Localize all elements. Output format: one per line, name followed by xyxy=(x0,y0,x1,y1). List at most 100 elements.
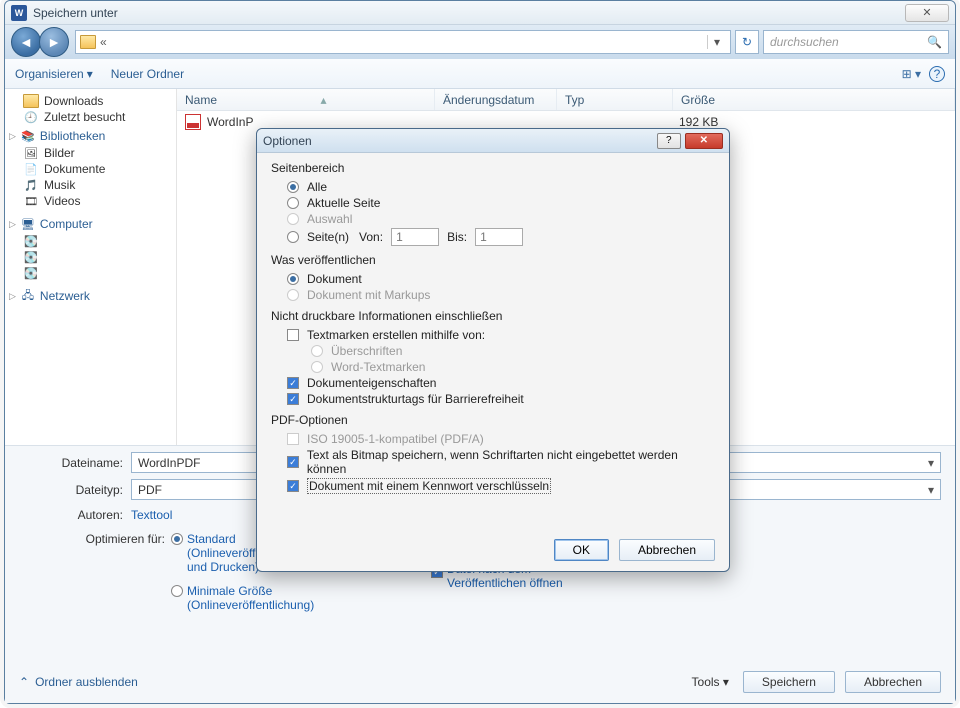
pdf-icon xyxy=(185,114,201,130)
optimize-label: Optimieren für: xyxy=(19,532,171,612)
view-mode-button[interactable]: ⊞ ▾ xyxy=(902,67,921,81)
expand-icon: ▷ xyxy=(9,131,16,142)
folder-icon xyxy=(80,35,96,49)
sidebar-item-recent[interactable]: 🕘Zuletzt besucht xyxy=(23,109,174,125)
recent-icon: 🕘 xyxy=(23,110,39,124)
drive-icon: 💽 xyxy=(23,234,39,248)
bitmap-checkbox[interactable]: Text als Bitmap speichern, wenn Schrifta… xyxy=(271,447,715,477)
help-button[interactable]: ? xyxy=(929,66,945,82)
address-bar[interactable]: « ▾ xyxy=(75,30,731,54)
title-bar: W Speichern unter ✕ xyxy=(5,1,955,25)
videos-icon: 🎞 xyxy=(23,194,39,208)
sidebar-group-computer[interactable]: ▷🖥Computer xyxy=(9,217,174,231)
optimize-minimal-radio[interactable]: Minimale Größe (Onlineveröffentlichung) xyxy=(171,584,301,612)
dialog-title-bar: Optionen ? ✕ xyxy=(257,129,729,153)
to-spinner[interactable]: 1 xyxy=(475,228,523,246)
refresh-button[interactable]: ↻ xyxy=(735,30,759,54)
sidebar-item-drive-1[interactable]: 💽 xyxy=(23,233,174,249)
expand-icon: ▷ xyxy=(9,291,16,302)
file-size: 192 KB xyxy=(679,115,718,129)
col-name[interactable]: Name▴ xyxy=(177,89,435,110)
dialog-help-button[interactable]: ? xyxy=(657,133,681,149)
computer-icon: 🖥 xyxy=(20,217,36,231)
libraries-icon: 📚 xyxy=(20,129,36,143)
range-all-radio[interactable]: Alle xyxy=(271,179,715,195)
encrypt-checkbox[interactable]: Dokument mit einem Kennwort verschlüssel… xyxy=(271,477,715,495)
sidebar-item-drive-2[interactable]: 💽 xyxy=(23,249,174,265)
pictures-icon: 🖼 xyxy=(23,146,39,160)
chevron-down-icon: ▾ xyxy=(87,67,93,81)
column-headers: Name▴ Änderungsdatum Typ Größe xyxy=(177,89,955,111)
search-box[interactable]: durchsuchen 🔍 xyxy=(763,30,949,54)
from-label: Von: xyxy=(359,230,383,244)
from-spinner[interactable]: 1 xyxy=(391,228,439,246)
group-publish-what: Was veröffentlichen xyxy=(271,253,715,267)
sidebar-item-videos[interactable]: 🎞Videos xyxy=(23,193,174,209)
file-name: WordInP xyxy=(207,115,441,129)
bookmarks-checkbox[interactable]: Textmarken erstellen mithilfe von: xyxy=(271,327,715,343)
back-button[interactable]: ◄ xyxy=(11,27,41,57)
pdfa-checkbox: ISO 19005-1-kompatibel (PDF/A) xyxy=(271,431,715,447)
cancel-button[interactable]: Abbrechen xyxy=(845,671,941,693)
to-label: Bis: xyxy=(447,230,467,244)
drive-icon: 💽 xyxy=(23,266,39,280)
bookmarks-headings-radio: Überschriften xyxy=(271,343,715,359)
dialog-title: Optionen xyxy=(263,134,653,148)
chevron-up-icon: ⌃ xyxy=(19,675,29,689)
structuretags-checkbox[interactable]: Dokumentstrukturtags für Barrierefreihei… xyxy=(271,391,715,407)
publish-markup-radio: Dokument mit Markups xyxy=(271,287,715,303)
breadcrumb: « xyxy=(100,35,107,49)
range-selection-radio: Auswahl xyxy=(271,211,715,227)
sidebar-group-libraries[interactable]: ▷📚Bibliotheken xyxy=(9,129,174,143)
cancel-button[interactable]: Abbrechen xyxy=(619,539,715,561)
documents-icon: 📄 xyxy=(23,162,39,176)
address-dropdown-icon[interactable]: ▾ xyxy=(707,35,726,49)
authors-label: Autoren: xyxy=(19,508,131,522)
word-app-icon: W xyxy=(11,5,27,21)
address-bar-row: ◄ ► « ▾ ↻ durchsuchen 🔍 xyxy=(5,25,955,59)
filename-label: Dateiname: xyxy=(19,456,131,470)
new-folder-button[interactable]: Neuer Ordner xyxy=(111,67,184,81)
dialog-close-button[interactable]: ✕ xyxy=(685,133,723,149)
group-page-range: Seitenbereich xyxy=(271,161,715,175)
sidebar-item-pictures[interactable]: 🖼Bilder xyxy=(23,145,174,161)
nav-buttons: ◄ ► xyxy=(11,28,71,56)
network-icon: 🖧 xyxy=(20,289,36,303)
filetype-label: Dateityp: xyxy=(19,483,131,497)
range-current-radio[interactable]: Aktuelle Seite xyxy=(271,195,715,211)
docprops-checkbox[interactable]: Dokumenteigenschaften xyxy=(271,375,715,391)
sidebar: Downloads 🕘Zuletzt besucht ▷📚Bibliotheke… xyxy=(5,89,177,445)
col-type[interactable]: Typ xyxy=(557,89,673,110)
organize-button[interactable]: Organisieren ▾ xyxy=(15,67,93,81)
group-nonprint: Nicht druckbare Informationen einschließ… xyxy=(271,309,715,323)
bookmarks-word-radio: Word-Textmarken xyxy=(271,359,715,375)
folder-icon xyxy=(23,94,39,108)
save-button[interactable]: Speichern xyxy=(743,671,835,693)
hide-folders-button[interactable]: ⌃ Ordner ausblenden xyxy=(19,675,138,689)
sidebar-group-network[interactable]: ▷🖧Netzwerk xyxy=(9,289,174,303)
sidebar-item-downloads[interactable]: Downloads xyxy=(23,93,174,109)
music-icon: 🎵 xyxy=(23,178,39,192)
view-icons: ⊞ ▾ ? xyxy=(902,66,945,82)
ok-button[interactable]: OK xyxy=(554,539,609,561)
options-dialog: Optionen ? ✕ Seitenbereich Alle Aktuelle… xyxy=(256,128,730,572)
forward-button[interactable]: ► xyxy=(39,27,69,57)
tools-menu[interactable]: Tools ▾ xyxy=(692,675,729,689)
publish-document-radio[interactable]: Dokument xyxy=(271,271,715,287)
window-close-button[interactable]: ✕ xyxy=(905,4,949,22)
search-icon[interactable]: 🔍 xyxy=(927,35,942,49)
sidebar-item-drive-3[interactable]: 💽 xyxy=(23,265,174,281)
search-placeholder: durchsuchen xyxy=(770,35,839,49)
sidebar-item-documents[interactable]: 📄Dokumente xyxy=(23,161,174,177)
authors-value[interactable]: Texttool xyxy=(131,508,172,522)
sidebar-item-music[interactable]: 🎵Musik xyxy=(23,177,174,193)
drive-icon: 💽 xyxy=(23,250,39,264)
col-modified[interactable]: Änderungsdatum xyxy=(435,89,557,110)
range-pages-radio[interactable]: Seite(n) Von: 1 Bis: 1 xyxy=(271,227,715,247)
chevron-down-icon[interactable]: ▾ xyxy=(928,483,934,497)
chevron-down-icon[interactable]: ▾ xyxy=(928,456,934,470)
toolbar: Organisieren ▾ Neuer Ordner ⊞ ▾ ? xyxy=(5,59,955,89)
window-title: Speichern unter xyxy=(33,6,901,20)
group-pdf-options: PDF-Optionen xyxy=(271,413,715,427)
col-size[interactable]: Größe xyxy=(673,89,955,110)
